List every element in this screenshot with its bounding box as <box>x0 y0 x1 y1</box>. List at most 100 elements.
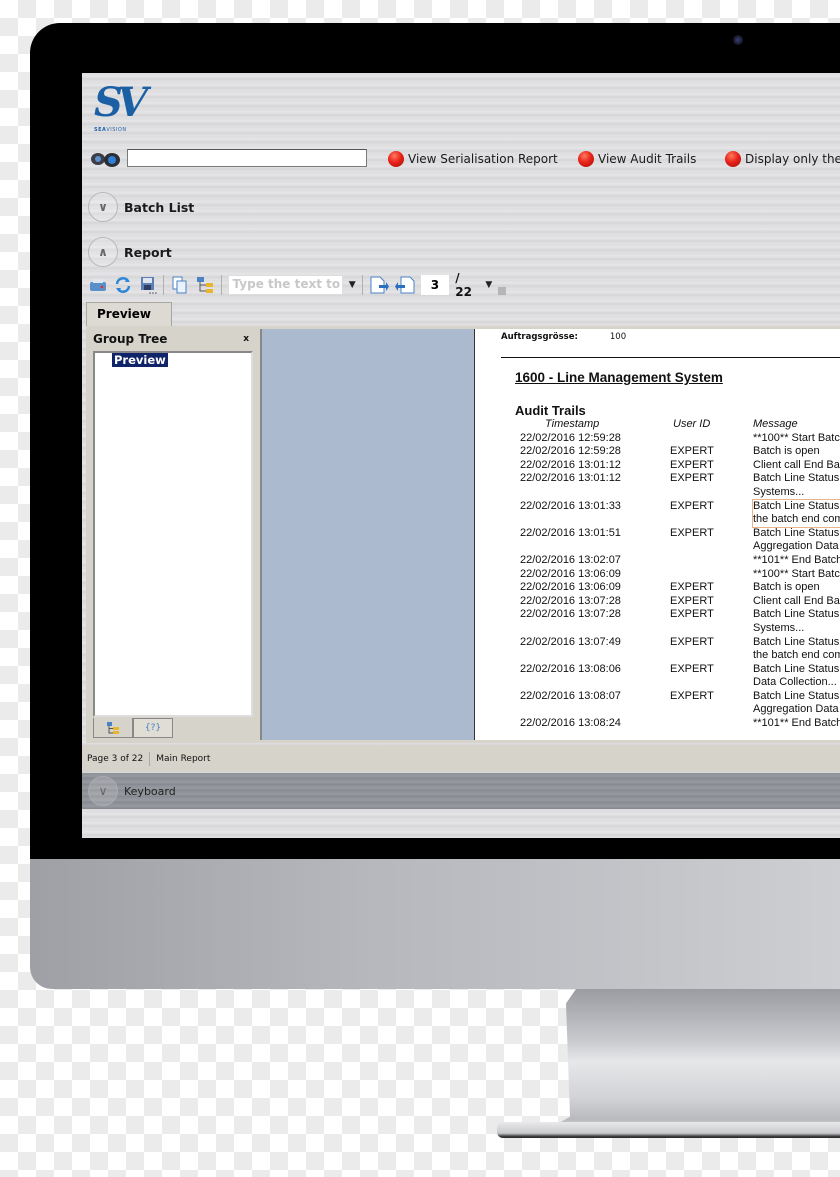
report-toolbar: Type the text to fir ▼ 3 / 22 ▼ <box>86 271 506 299</box>
user-id-cell: EXPERT <box>670 445 714 458</box>
parameters-tab[interactable]: {?} <box>133 718 173 738</box>
user-id-cell: EXPERT <box>670 472 714 485</box>
report-section[interactable]: ∧ Report <box>88 237 172 267</box>
logo-mark: SV <box>94 79 148 126</box>
page-dropdown-arrow-icon[interactable]: ▼ <box>485 280 492 290</box>
print-icon[interactable] <box>88 275 107 295</box>
monitor-chin <box>30 859 840 989</box>
monitor-stand-base <box>497 1122 840 1138</box>
message-cell: **100** Start Batch <box>753 431 840 444</box>
timestamp-cell: 22/02/2016 12:59:28 <box>520 445 621 458</box>
view-serialisation-report-button[interactable]: View Serialisation Report <box>388 151 558 167</box>
page-info: Page 3 of 22 <box>87 753 144 764</box>
section-label: Report <box>124 244 172 260</box>
message-cell: Batch is open <box>753 581 820 594</box>
order-size-line: Auftragsgrösse: 100 <box>501 332 626 342</box>
status-bar: Page 3 of 22 Main Report <box>82 745 840 772</box>
action-label: Display only the o <box>745 152 840 166</box>
group-tree-bottom-tabs: {?} <box>93 718 173 738</box>
message-cell: Client call End Bat <box>753 458 840 471</box>
logo-text: SEAVISION <box>94 127 127 133</box>
copy-icon[interactable] <box>170 275 189 295</box>
user-id-cell: EXPERT <box>670 499 714 512</box>
user-id-cell: EXPERT <box>670 581 714 594</box>
red-orb-icon <box>578 151 594 167</box>
status-separator <box>149 751 151 766</box>
message-cell: Batch Line Status Aggregation Data <box>753 526 840 553</box>
app-screen: SV SEAVISION View Serialisation Report V… <box>82 73 840 838</box>
timestamp-cell: 22/02/2016 13:01:12 <box>520 458 621 471</box>
message-cell: **101** End Batch <box>753 553 840 566</box>
report-name: Main Report <box>156 753 211 764</box>
tab-preview[interactable]: Preview <box>86 302 172 326</box>
timestamp-cell: 22/02/2016 13:08:24 <box>520 717 621 730</box>
user-id-cell: EXPERT <box>670 662 714 675</box>
chevron-down-icon[interactable]: ∨ <box>88 776 118 806</box>
timestamp-cell: 22/02/2016 13:06:09 <box>520 567 621 580</box>
group-tree-item[interactable]: Preview <box>112 353 168 367</box>
current-page-input[interactable]: 3 <box>420 275 450 295</box>
report-panel: Group Tree x Preview {?} Auftragsgrösse:… <box>86 326 840 743</box>
group-tree-header: Group Tree x <box>89 329 253 349</box>
timestamp-cell: 22/02/2016 13:01:51 <box>520 526 621 539</box>
column-header-message: Message <box>753 418 798 430</box>
group-tree-title: Group Tree <box>93 332 168 346</box>
report-viewer[interactable]: Auftragsgrösse: 100 1600 - Line Manageme… <box>260 329 840 740</box>
toolbar-grip[interactable] <box>498 275 506 295</box>
header-divider <box>501 357 840 358</box>
user-id-cell: EXPERT <box>670 594 714 607</box>
system-title: 1600 - Line Management System <box>515 370 723 385</box>
timestamp-cell: 22/02/2016 13:02:07 <box>520 553 621 566</box>
message-cell: Client call End Bat <box>753 594 840 607</box>
toolbar-separator <box>220 275 222 295</box>
toolbar-separator <box>163 275 165 295</box>
timestamp-cell: 22/02/2016 12:59:28 <box>520 431 621 444</box>
group-tree-list[interactable]: Preview <box>93 351 253 717</box>
message-cell: Batch Line Status the batch end com <box>752 498 840 528</box>
export-icon[interactable] <box>138 275 157 295</box>
group-tree-tab[interactable] <box>93 718 133 738</box>
red-orb-icon <box>388 151 404 167</box>
timestamp-cell: 22/02/2016 13:01:33 <box>520 499 621 512</box>
red-orb-icon <box>725 151 741 167</box>
binoculars-icon[interactable] <box>88 149 122 167</box>
next-page-icon[interactable] <box>394 275 415 295</box>
message-cell: **100** Start Batch <box>753 567 840 580</box>
message-cell: Batch is open <box>753 445 820 458</box>
message-cell: Batch Line Status the batch end com <box>753 635 840 662</box>
previous-page-icon[interactable] <box>369 275 389 295</box>
chevron-down-icon[interactable]: ∨ <box>88 192 118 222</box>
display-only-button[interactable]: Display only the o <box>725 151 840 167</box>
find-text-input[interactable]: Type the text to fir <box>227 275 343 295</box>
timestamp-cell: 22/02/2016 13:08:06 <box>520 662 621 675</box>
timestamp-cell: 22/02/2016 13:07:28 <box>520 608 621 621</box>
column-header-timestamp: Timestamp <box>545 418 600 430</box>
refresh-icon[interactable] <box>113 275 132 295</box>
action-label: View Serialisation Report <box>408 152 558 166</box>
message-cell: Batch Line Status Data Collection... <box>753 662 840 689</box>
seavision-logo: SV SEAVISION <box>94 81 154 141</box>
keyboard-section[interactable]: ∨ Keyboard <box>82 773 840 809</box>
section-label: Keyboard <box>124 784 176 798</box>
total-pages-label: / 22 <box>455 271 472 299</box>
order-size-value: 100 <box>609 332 627 342</box>
view-audit-trails-button[interactable]: View Audit Trails <box>578 151 696 167</box>
chevron-up-icon[interactable]: ∧ <box>88 237 118 267</box>
report-page: Auftragsgrösse: 100 1600 - Line Manageme… <box>474 329 840 740</box>
message-cell: Batch Line Status Aggregation Data <box>753 689 840 716</box>
timestamp-cell: 22/02/2016 13:07:49 <box>520 635 621 648</box>
message-cell: Batch Line Status Systems... <box>753 472 840 498</box>
close-icon[interactable]: x <box>243 334 249 344</box>
action-label: View Audit Trails <box>598 152 697 166</box>
search-input[interactable] <box>127 149 367 167</box>
timestamp-cell: 22/02/2016 13:06:09 <box>520 581 621 594</box>
webcam-icon <box>733 35 743 45</box>
section-label: Batch List <box>124 199 195 215</box>
tab-bar: Preview <box>86 302 840 326</box>
timestamp-cell: 22/02/2016 13:08:07 <box>520 689 621 702</box>
group-tree-icon[interactable] <box>195 275 214 295</box>
batch-list-section[interactable]: ∨ Batch List <box>88 192 194 222</box>
user-id-cell: EXPERT <box>670 526 714 539</box>
user-id-cell: EXPERT <box>670 458 714 471</box>
find-dropdown-arrow-icon[interactable]: ▼ <box>349 280 356 290</box>
